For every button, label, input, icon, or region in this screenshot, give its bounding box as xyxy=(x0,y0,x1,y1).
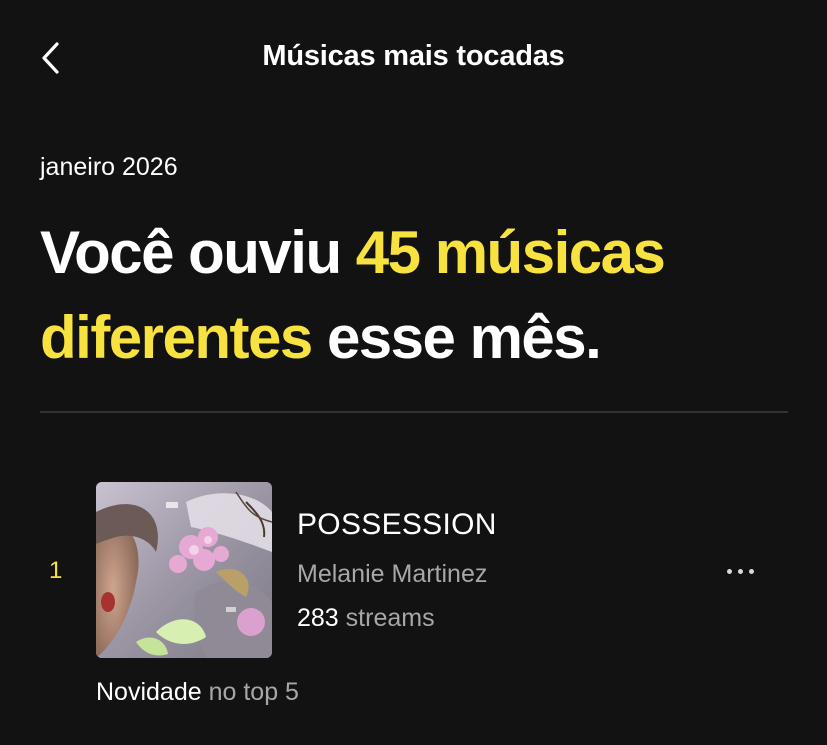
badge-strong: Novidade xyxy=(96,678,202,706)
track-rank: 1 xyxy=(49,557,63,584)
new-in-top-badge: Novidade no top 5 xyxy=(96,678,299,707)
more-horizontal-icon xyxy=(726,568,754,574)
page-title: Músicas mais tocadas xyxy=(262,40,565,72)
album-cover xyxy=(96,482,272,658)
headline-highlight-count: 45 músicas xyxy=(355,219,666,286)
track-streams: 283 streams xyxy=(297,604,435,633)
headline-highlight-different: diferentes xyxy=(40,304,313,371)
streams-count: 283 xyxy=(297,604,339,632)
track-artist: Melanie Martinez xyxy=(297,560,488,588)
divider xyxy=(40,411,788,413)
period-label: janeiro 2026 xyxy=(40,153,178,181)
badge-muted: no top 5 xyxy=(208,678,299,706)
more-options-button[interactable] xyxy=(716,556,764,586)
summary-headline: Você ouviu 45 músicas diferentes esse mês… xyxy=(40,210,800,380)
track-title: POSSESSION xyxy=(297,508,497,541)
headline-prefix: Você ouviu xyxy=(40,219,342,286)
streams-label: streams xyxy=(345,604,435,632)
headline-suffix: esse mês. xyxy=(326,304,602,371)
